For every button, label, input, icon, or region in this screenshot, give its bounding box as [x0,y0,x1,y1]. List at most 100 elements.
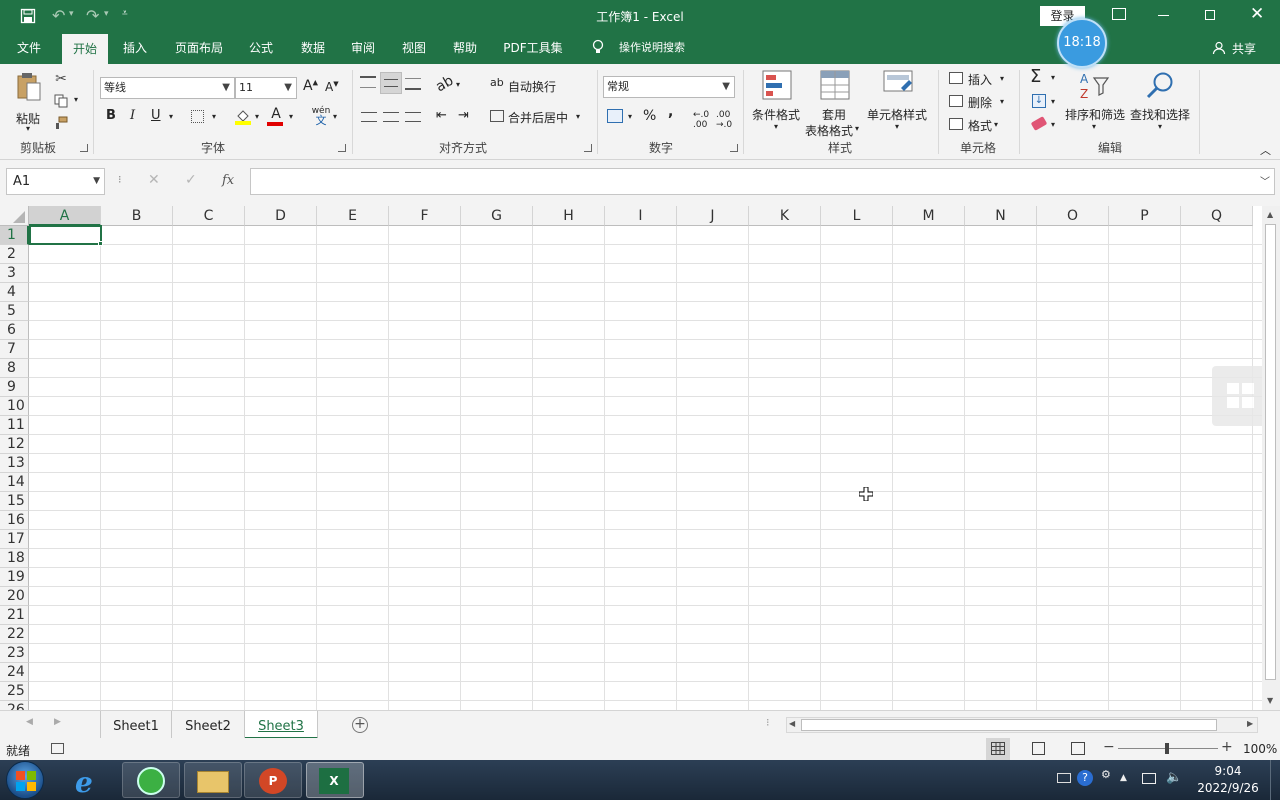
delete-cells-icon[interactable] [949,95,963,107]
formula-input[interactable]: ﹀ [250,168,1275,195]
tab-formulas[interactable]: 公式 [240,32,282,64]
tab-view[interactable]: 视图 [393,32,435,64]
confirm-entry-icon[interactable]: ✓ [185,172,197,188]
column-header[interactable]: Q [1181,206,1253,226]
file-explorer-icon[interactable] [184,762,242,798]
clock-time[interactable]: 9:04 [1200,764,1256,778]
row-header[interactable]: 20 [0,587,29,606]
copy-icon[interactable] [52,92,70,110]
column-header[interactable]: J [677,206,749,226]
align-right-icon[interactable] [405,112,421,122]
scroll-down-icon[interactable]: ▼ [1267,696,1273,705]
column-header[interactable]: C [173,206,245,226]
borders-dropdown-icon[interactable]: ▾ [212,112,216,121]
accounting-format-icon[interactable] [607,109,623,123]
share-button[interactable]: 共享 [1232,40,1256,57]
row-header[interactable]: 6 [0,321,29,340]
format-cells-icon[interactable] [949,118,963,130]
internet-explorer-icon[interactable]: e [60,762,118,799]
format-cells-button[interactable]: 格式 [968,117,992,134]
row-header[interactable]: 5 [0,302,29,321]
sheet-tab-sheet3[interactable]: Sheet3 [245,711,318,739]
row-header[interactable]: 15 [0,492,29,511]
row-header[interactable]: 9 [0,378,29,397]
underline-dropdown-icon[interactable]: ▾ [169,112,173,121]
alignment-launcher-icon[interactable] [584,144,592,152]
page-break-view-icon[interactable] [1071,742,1085,755]
phonetic-dropdown-icon[interactable]: ▾ [333,112,337,121]
column-header[interactable]: G [461,206,533,226]
row-header[interactable]: 11 [0,416,29,435]
decrease-font-size-icon[interactable]: A▼ [325,80,339,94]
zoom-slider[interactable] [1118,743,1218,754]
active-cell[interactable] [29,225,102,245]
number-launcher-icon[interactable] [730,144,738,152]
tray-app-icon[interactable]: ⚙ [1101,768,1111,781]
row-header[interactable]: 24 [0,663,29,682]
add-sheet-icon[interactable]: + [352,717,368,733]
undo-icon[interactable]: ↶ [52,6,65,25]
fill-icon[interactable]: ↓ [1032,94,1046,108]
borders-icon[interactable] [191,110,204,123]
row-header[interactable]: 16 [0,511,29,530]
phonetic-guide-icon[interactable]: wén 文 [310,106,332,126]
row-header[interactable]: 25 [0,682,29,701]
tab-home[interactable]: 开始 [62,34,108,64]
browser-app-icon[interactable] [122,762,180,798]
row-header[interactable]: 13 [0,454,29,473]
column-header[interactable]: E [317,206,389,226]
format-painter-icon[interactable] [52,114,70,132]
restore-icon[interactable] [1205,10,1215,20]
scroll-right-icon[interactable]: ▶ [1247,719,1253,728]
comma-button[interactable]: , [668,104,673,120]
wrap-text-button[interactable]: 自动换行 [508,78,556,95]
column-header[interactable]: P [1109,206,1181,226]
font-size-combobox[interactable]: 11 ▼ [235,77,297,99]
percent-button[interactable]: % [643,108,656,124]
powerpoint-icon[interactable]: P [244,762,302,798]
save-icon[interactable] [20,8,36,24]
autosum-icon[interactable]: Σ [1030,66,1041,87]
italic-button[interactable]: I [130,108,135,123]
horizontal-scroll-thumb[interactable] [801,719,1217,731]
row-header[interactable]: 3 [0,264,29,283]
wrap-text-icon[interactable]: ab [490,76,504,89]
row-header[interactable]: 19 [0,568,29,587]
row-header[interactable]: 10 [0,397,29,416]
increase-indent-icon[interactable]: ⇥ [458,108,469,123]
orientation-dropdown-icon[interactable]: ▾ [456,80,460,89]
zoom-out-icon[interactable]: − [1103,739,1115,755]
quick-panel-widget[interactable] [1212,366,1262,426]
merge-center-button[interactable]: 合并后居中 [508,109,568,126]
cancel-entry-icon[interactable]: ✕ [148,172,160,188]
row-header[interactable]: 8 [0,359,29,378]
column-header[interactable]: F [389,206,461,226]
font-launcher-icon[interactable] [338,144,346,152]
row-header[interactable]: 12 [0,435,29,454]
formula-bar-grip-icon[interactable]: ⁝ [118,173,122,186]
tab-review[interactable]: 审阅 [342,32,384,64]
excel-taskbar-icon[interactable]: X [306,762,364,798]
column-header[interactable]: B [101,206,173,226]
orientation-icon[interactable]: ab [433,73,456,96]
page-layout-view-icon[interactable] [1032,742,1045,755]
number-format-combobox[interactable]: 常规 ▼ [603,76,735,98]
select-all-corner[interactable] [0,206,29,226]
column-header[interactable]: H [533,206,605,226]
increase-font-size-icon[interactable]: A▲ [303,78,318,94]
row-header[interactable]: 23 [0,644,29,663]
worksheet-grid[interactable]: ABCDEFGHIJKLMNOPQ 1 2 3 4 5 6 7 8 9 10 11 12 13 14 15 1… [0,206,1262,710]
expand-formula-bar-icon[interactable]: ﹀ [1260,173,1270,188]
find-select-button[interactable]: 查找和选择 ▾ [1128,68,1192,134]
column-header[interactable]: O [1037,206,1109,226]
ribbon-display-options-icon[interactable] [1112,8,1126,20]
collapse-ribbon-icon[interactable]: ︿ [1260,142,1271,158]
sort-filter-button[interactable]: AZ 排序和筛选 ▾ [1064,68,1126,134]
tell-me-search[interactable]: 操作说明搜索 [612,32,692,64]
tab-file[interactable]: 文件 [8,32,50,64]
merge-center-icon[interactable] [490,110,504,122]
accounting-dropdown-icon[interactable]: ▾ [628,112,632,121]
macro-record-icon[interactable] [51,743,64,754]
customize-qat-icon[interactable]: ⩡ [122,8,128,19]
merge-dropdown-icon[interactable]: ▾ [576,112,580,121]
